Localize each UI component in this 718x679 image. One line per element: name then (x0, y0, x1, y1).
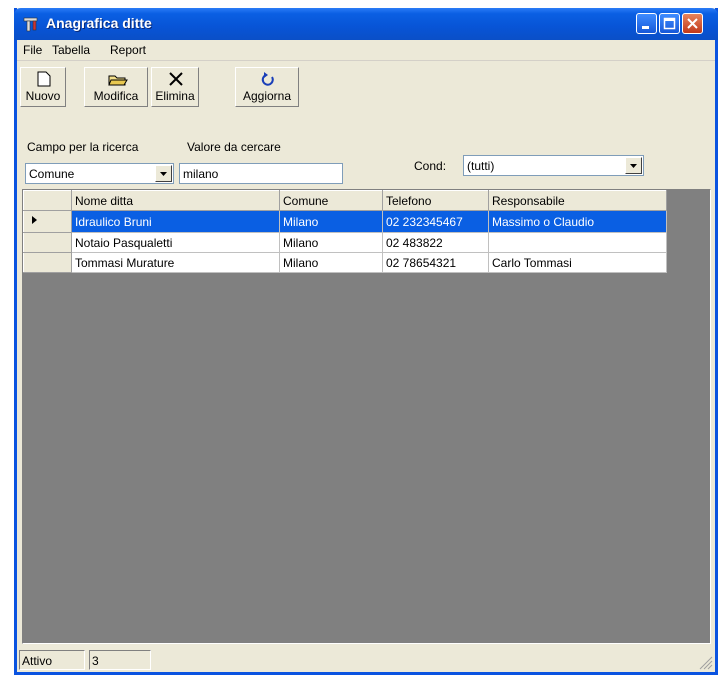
status-panel-state: Attivo (19, 650, 85, 670)
chevron-down-icon (160, 172, 167, 176)
status-panel-count: 3 (89, 650, 151, 670)
cond-label: Cond: (414, 159, 447, 173)
row-indicator[interactable] (23, 210, 72, 233)
search-value-text: milano (183, 167, 219, 181)
cell-nome-ditta[interactable]: Notaio Pasqualetti (71, 232, 280, 253)
cond-dropdown[interactable] (625, 157, 642, 174)
maximize-icon (663, 17, 676, 30)
status-bar: Attivo 3 (17, 646, 715, 672)
refresh-button-label: Aggiorna (242, 89, 292, 103)
cell-comune[interactable]: Milano (279, 252, 383, 273)
cell-telefono[interactable]: 02 78654321 (382, 252, 489, 273)
column-header-nome-ditta[interactable]: Nome ditta (71, 190, 280, 211)
column-header-responsabile[interactable]: Responsabile (488, 190, 667, 211)
status-state: Attivo (22, 654, 53, 668)
minimize-icon (642, 26, 649, 29)
chevron-down-icon (630, 164, 637, 168)
close-icon (687, 18, 698, 29)
open-folder-icon (108, 75, 128, 86)
title-bar[interactable]: Anagrafica ditte (14, 8, 718, 40)
cell-nome-ditta[interactable]: Idraulico Bruni (71, 210, 280, 233)
search-field-label: Campo per la ricerca (27, 140, 139, 154)
edit-button[interactable]: Modifica (84, 67, 148, 107)
table-row[interactable]: Tommasi Murature Milano 02 78654321 Carl… (23, 252, 667, 273)
column-header-comune[interactable]: Comune (279, 190, 383, 211)
search-field-combo[interactable]: Comune (25, 163, 174, 184)
search-value-input[interactable]: milano (179, 163, 343, 184)
delete-button[interactable]: Elimina (151, 67, 199, 107)
data-grid[interactable]: Nome ditta Comune Telefono Responsabile … (22, 189, 711, 644)
search-value-label: Valore da cercare (187, 140, 281, 154)
refresh-button[interactable]: Aggiorna (235, 67, 299, 107)
refresh-icon (261, 72, 274, 86)
search-field-value: Comune (29, 167, 75, 181)
grid-table: Nome ditta Comune Telefono Responsabile … (23, 190, 667, 273)
main-window: Anagrafica ditte File Tabella Report Nuo… (14, 8, 718, 675)
cond-value: (tutti) (467, 159, 495, 173)
grid-corner (23, 190, 72, 211)
minimize-button[interactable] (636, 13, 657, 34)
app-icon (23, 17, 38, 32)
edit-button-label: Modifica (93, 89, 139, 103)
cell-responsabile[interactable]: Carlo Tommasi (488, 252, 667, 273)
grid-header-row: Nome ditta Comune Telefono Responsabile (23, 190, 667, 211)
current-row-arrow-icon (32, 216, 37, 224)
resize-grip-icon[interactable] (699, 656, 713, 670)
table-row[interactable]: Idraulico Bruni Milano 02 232345467 Mass… (23, 210, 667, 233)
cell-comune[interactable]: Milano (279, 210, 383, 233)
menu-tabella[interactable]: Tabella (52, 43, 90, 57)
new-button[interactable]: Nuovo (20, 67, 66, 107)
row-indicator[interactable] (23, 232, 72, 253)
cell-telefono[interactable]: 02 232345467 (382, 210, 489, 233)
window-title: Anagrafica ditte (46, 15, 152, 31)
cell-nome-ditta[interactable]: Tommasi Murature (71, 252, 280, 273)
cell-comune[interactable]: Milano (279, 232, 383, 253)
search-field-dropdown[interactable] (155, 165, 172, 182)
new-button-label: Nuovo (25, 89, 61, 103)
new-document-icon (37, 71, 51, 87)
delete-x-icon (169, 72, 183, 86)
maximize-button[interactable] (659, 13, 680, 34)
menu-file[interactable]: File (23, 43, 42, 57)
row-indicator[interactable] (23, 252, 72, 273)
menu-bar: File Tabella Report (17, 40, 715, 61)
column-header-telefono[interactable]: Telefono (382, 190, 489, 211)
cell-telefono[interactable]: 02 483822 (382, 232, 489, 253)
close-button[interactable] (682, 13, 703, 34)
table-row[interactable]: Notaio Pasqualetti Milano 02 483822 (23, 232, 667, 253)
cond-combo[interactable]: (tutti) (463, 155, 644, 176)
cell-responsabile[interactable] (488, 232, 667, 253)
menu-report[interactable]: Report (110, 43, 146, 57)
status-count: 3 (92, 654, 99, 668)
delete-button-label: Elimina (155, 89, 195, 103)
cell-responsabile[interactable]: Massimo o Claudio (488, 210, 667, 233)
